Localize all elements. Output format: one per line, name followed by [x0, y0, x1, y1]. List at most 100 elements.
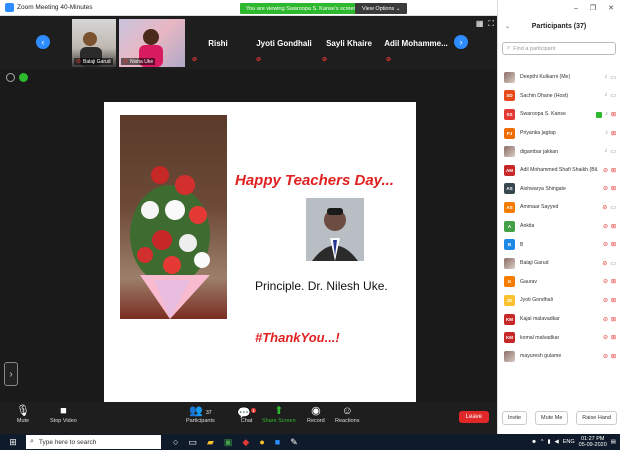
file-explorer-icon[interactable]: ▰	[207, 437, 214, 448]
participant-status-icons: ⊘ ⊠	[603, 223, 616, 230]
acrobat-icon[interactable]: ◆	[242, 437, 249, 448]
participant-row[interactable]: AS Aishwarya Shingate ⊘ ⊠	[498, 180, 620, 199]
flower-bouquet-image	[120, 115, 227, 319]
participant-name: mayuresh gulame	[520, 353, 562, 360]
show-hidden-icons-icon[interactable]: ^	[541, 439, 544, 445]
participant-row[interactable]: Deepthi Kulkarni (Me) ♪ ▭	[498, 68, 620, 87]
chat-button[interactable]: 💬 1 Chat	[237, 404, 257, 424]
leave-button[interactable]: Leave	[458, 411, 489, 423]
participant-status-icons: ♪ ▭	[604, 74, 616, 81]
participant-status-icons: ⊘ ⊠	[603, 278, 616, 285]
share-screen-button[interactable]: ⬆ Share Screen	[262, 404, 296, 424]
participant-row[interactable]: Balaji Garud ⊘ ▭	[498, 254, 620, 273]
name-tile-rishi[interactable]: Rishi ⊘	[188, 19, 248, 67]
taskbar-search-input[interactable]: ⌕ Type here to search	[26, 435, 161, 449]
reactions-button[interactable]: ☺ Reactions	[335, 404, 359, 424]
participant-row[interactable]: A Ankita ⊘ ⊠	[498, 217, 620, 236]
find-participant-input[interactable]: ⌕ Find a participant	[502, 42, 616, 55]
record-icon: ◉	[311, 405, 321, 417]
name-tile-adil[interactable]: Adil Mohamme... ⊘	[382, 19, 450, 67]
video-tile-balaji[interactable]: ⊘ Balaji Garud	[72, 19, 116, 67]
microphone-icon: ♪	[604, 148, 608, 155]
video-tile-nisha[interactable]: ⊘ Nisha Uke	[119, 19, 185, 67]
mute-button[interactable]: 🎙 Mute	[16, 404, 30, 424]
microphone-icon: ♪	[604, 92, 608, 99]
chat-badge: 1	[250, 408, 257, 413]
participant-name: Priyanka jagtap	[520, 130, 556, 137]
tile-name: Balaji Garud	[83, 58, 111, 65]
microphone-icon: 🎙	[16, 405, 30, 417]
participants-count: 37	[205, 410, 212, 416]
gallery-view-icon[interactable]: ▦	[476, 19, 484, 29]
info-icon[interactable]	[6, 73, 15, 82]
participant-row[interactable]: B B ⊘ ⊠	[498, 235, 620, 254]
windows-start-icon[interactable]: ⊞	[6, 434, 20, 450]
volume-icon[interactable]: ◀	[555, 439, 559, 445]
raise-hand-button[interactable]: Raise Hand	[576, 411, 618, 425]
network-icon[interactable]: ▮	[547, 439, 550, 445]
people-icon[interactable]: ☻	[531, 439, 537, 445]
participants-panel: – ❐ ✕ ⌄ Participants (37) ⌕ Find a parti…	[497, 0, 620, 434]
chat-icon: 💬 1	[237, 407, 257, 420]
participant-row[interactable]: AS Ammaar Sayyed ⊘ ▭	[498, 198, 620, 217]
participant-row[interactable]: SS Swaroopa S. Kanse ♪ ⊠	[498, 105, 620, 124]
participant-status-icons: ♪ ▭	[604, 148, 616, 155]
participants-button[interactable]: 👥 37 Participants	[186, 404, 215, 424]
stop-video-button[interactable]: ■ Stop Video	[50, 404, 77, 424]
participant-name: Jyoti Gondhali	[520, 297, 553, 304]
minimize-icon[interactable]: –	[574, 5, 578, 12]
chevron-down-icon[interactable]: ⌄	[505, 23, 510, 30]
cortana-icon[interactable]: ○	[173, 437, 178, 448]
participant-row[interactable]: KM Kajal malavadkar ⊘ ⊠	[498, 310, 620, 329]
gallery-next-button[interactable]: ›	[454, 35, 468, 49]
mic-muted-icon: ⊘	[123, 59, 129, 65]
panel-title: Participants (37)	[531, 22, 587, 30]
record-label: Record	[307, 418, 325, 424]
camera-off-icon: ⊠	[610, 167, 616, 174]
security-shield-icon[interactable]	[19, 73, 28, 82]
chat-label: Chat	[240, 418, 253, 424]
zoom-taskbar-icon[interactable]: ■	[275, 437, 280, 448]
excel-icon[interactable]: ▣	[224, 437, 233, 448]
chrome-icon[interactable]: ●	[259, 437, 264, 448]
app-icon[interactable]: ✎	[290, 437, 298, 448]
fullscreen-icon[interactable]: ⛶	[488, 19, 494, 29]
participant-row[interactable]: digambar jakkan ♪ ▭	[498, 142, 620, 161]
participant-name: digambar jakkan	[520, 148, 559, 155]
camera-off-icon: ⊠	[610, 297, 616, 304]
participant-row[interactable]: mayuresh gulame ⊘ ⊠	[498, 347, 620, 366]
shared-screen-stage: Happy Teachers Day... Principle. Dr. Nil…	[0, 86, 497, 402]
task-view-icon[interactable]: ▭	[188, 437, 197, 448]
shared-slide: Happy Teachers Day... Principle. Dr. Nil…	[104, 102, 416, 402]
record-button[interactable]: ◉ Record	[307, 404, 325, 424]
clock[interactable]: 01:27 PM 05-09-2020	[579, 436, 607, 448]
screen-share-icon	[595, 111, 602, 118]
tile-name: Adil Mohamme...	[384, 38, 448, 48]
name-tile-sayli[interactable]: Sayli Khaire ⊘	[318, 19, 380, 67]
gallery-prev-button[interactable]: ‹	[36, 35, 50, 49]
maximize-icon[interactable]: ❐	[590, 4, 596, 12]
participant-avatar: B	[504, 239, 515, 251]
participant-row[interactable]: AM Adil Mohammed Shafi Shaikh (Bil... ⊘ ⊠	[498, 161, 620, 180]
participant-avatar: A	[504, 220, 515, 232]
participant-row[interactable]: PJ Priyanka jagtap ♪ ⊠	[498, 124, 620, 143]
microphone-icon: ♪	[604, 129, 608, 136]
participant-list: Deepthi Kulkarni (Me) ♪ ▭ SD Sachin Dhane (H…	[498, 68, 620, 366]
participant-row[interactable]: G Gaurav ⊘ ⊠	[498, 273, 620, 292]
expand-panel-button[interactable]: ›	[4, 362, 18, 386]
stop-video-label: Stop Video	[50, 418, 77, 424]
participant-row[interactable]: KM komal malvadkar ⊘ ⊠	[498, 328, 620, 347]
notifications-icon[interactable]: ▤	[611, 439, 616, 445]
participant-avatar: AM	[504, 164, 515, 176]
participant-row[interactable]: SD Sachin Dhane (Host) ♪ ▭	[498, 87, 620, 106]
screen-share-banner: You are viewing Swaroopa S. Kanse's scre…	[240, 3, 363, 14]
mute-me-button[interactable]: Mute Me	[534, 411, 569, 425]
view-options-button[interactable]: View Options ⌄	[355, 3, 408, 14]
invite-button[interactable]: Invite	[501, 411, 528, 425]
language-indicator[interactable]: ENG	[563, 439, 575, 445]
participant-row[interactable]: JG Jyoti Gondhali ⊘ ⊠	[498, 291, 620, 310]
name-tile-jyoti[interactable]: Jyoti Gondhali ⊘	[252, 19, 316, 67]
camera-icon: ▭	[610, 74, 616, 81]
mic-muted-icon: ⊘	[386, 57, 392, 63]
close-icon[interactable]: ✕	[608, 4, 614, 12]
